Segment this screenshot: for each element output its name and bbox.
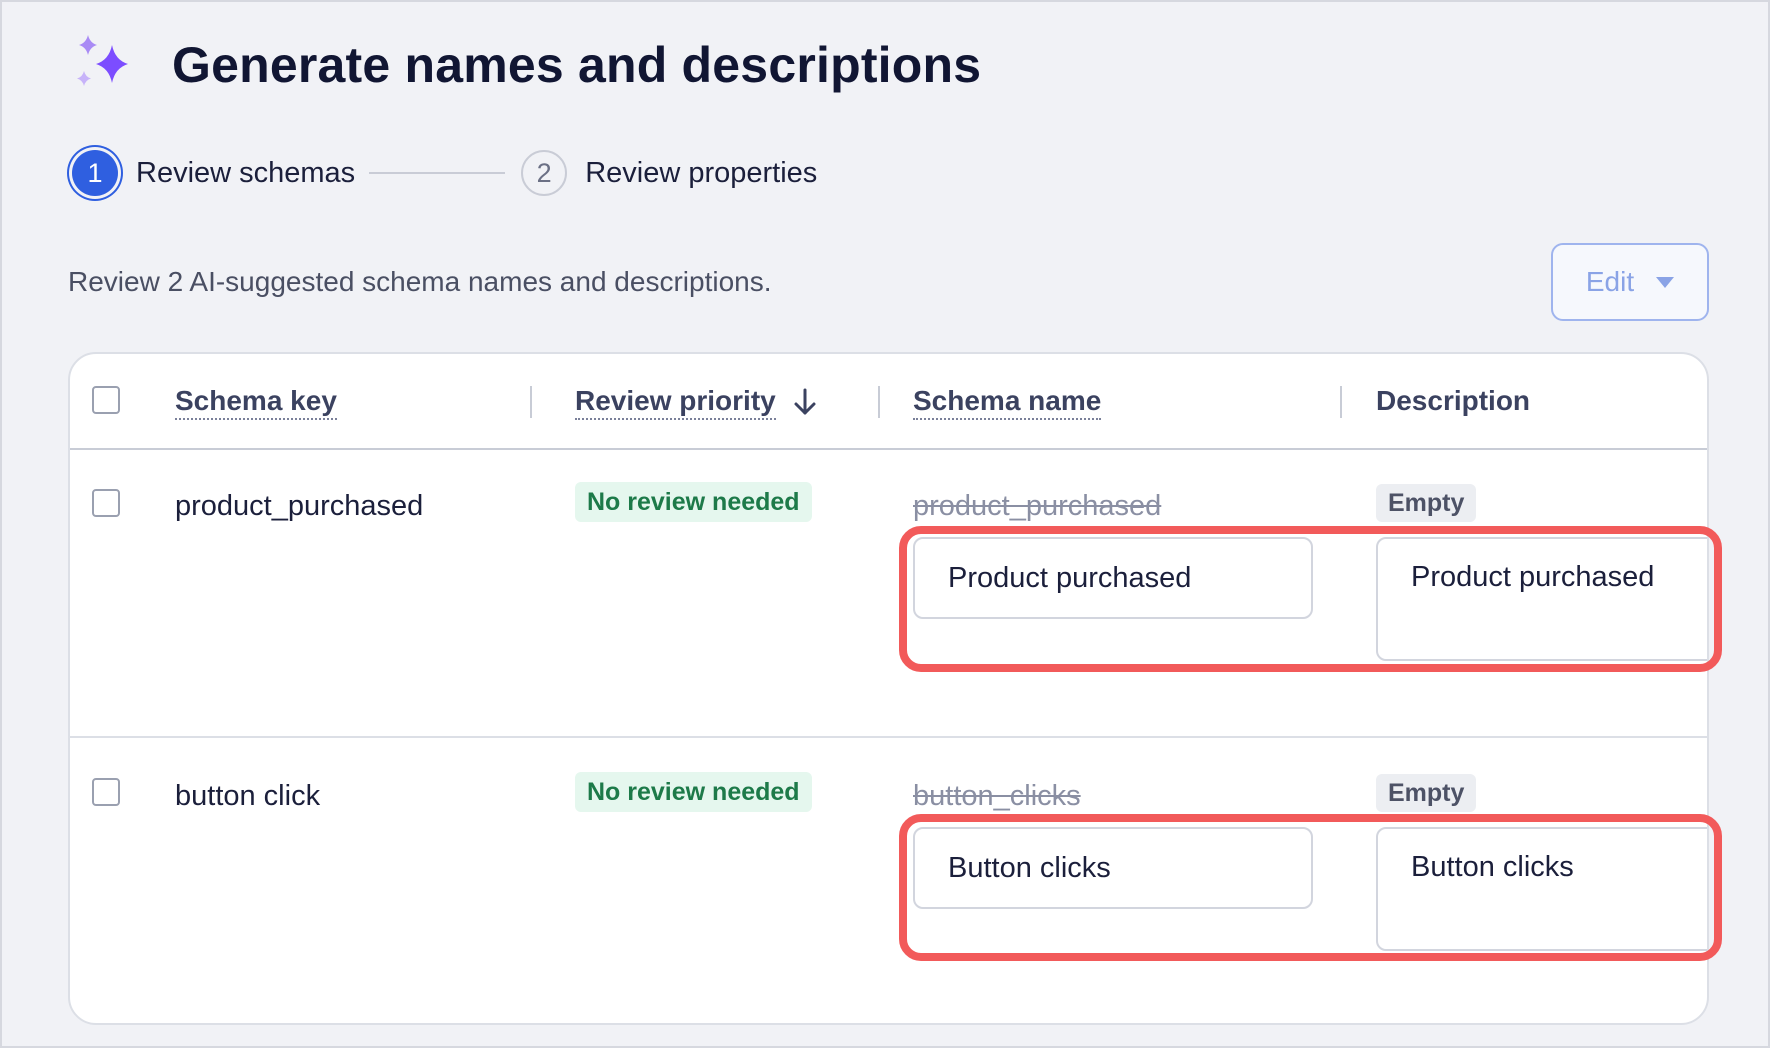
table-row: product_purchased No review needed produ…	[70, 450, 1707, 738]
priority-badge: No review needed	[575, 772, 812, 812]
sort-descending-icon[interactable]	[792, 386, 818, 418]
row-checkbox[interactable]	[92, 489, 120, 517]
step-connector	[369, 172, 506, 174]
original-schema-name: product_purchased	[913, 490, 1162, 522]
edit-dropdown-button[interactable]: Edit	[1551, 243, 1709, 321]
page-title: Generate names and descriptions	[172, 37, 982, 93]
column-header-review-priority[interactable]: Review priority	[575, 384, 776, 420]
column-header-description: Description	[1376, 385, 1531, 416]
description-input[interactable]: Product purchased	[1376, 537, 1707, 661]
stepper: 1 Review schemas 2 Review properties	[72, 150, 817, 196]
caret-down-icon	[1656, 276, 1675, 288]
edit-button-label: Edit	[1585, 266, 1635, 297]
intro-text: Review 2 AI-suggested schema names and d…	[68, 266, 772, 297]
step-1-label[interactable]: Review schemas	[136, 157, 355, 190]
step-2-label[interactable]: Review properties	[585, 157, 817, 190]
column-divider[interactable]	[1340, 386, 1342, 418]
column-divider[interactable]	[530, 386, 532, 418]
description-input[interactable]: Button clicks	[1376, 827, 1707, 951]
select-all-checkbox[interactable]	[92, 386, 120, 414]
original-description-badge: Empty	[1376, 774, 1477, 812]
schema-key-cell: product_purchased	[175, 490, 424, 522]
schema-name-input[interactable]: Button clicks	[913, 827, 1313, 909]
column-divider[interactable]	[878, 386, 880, 418]
dialog-frame: Generate names and descriptions 1 Review…	[0, 0, 1770, 1048]
column-header-schema-key[interactable]: Schema key	[175, 384, 337, 420]
original-description-badge: Empty	[1376, 484, 1477, 522]
schema-table: Schema key Review priority Schema name D…	[68, 352, 1709, 1025]
page-header: Generate names and descriptions	[72, 30, 981, 100]
schema-name-input[interactable]: Product purchased	[913, 537, 1313, 619]
schema-key-cell: button click	[175, 780, 321, 812]
step-2-indicator[interactable]: 2	[521, 150, 568, 196]
table-row: button click No review needed button_cli…	[70, 740, 1707, 1023]
sparkle-icon	[77, 35, 128, 86]
table-header: Schema key Review priority Schema name D…	[70, 354, 1707, 450]
priority-badge: No review needed	[575, 482, 812, 522]
original-schema-name: button_clicks	[913, 780, 1081, 812]
column-header-schema-name[interactable]: Schema name	[913, 384, 1102, 420]
row-checkbox[interactable]	[92, 778, 120, 806]
step-1-indicator[interactable]: 1	[72, 150, 118, 196]
